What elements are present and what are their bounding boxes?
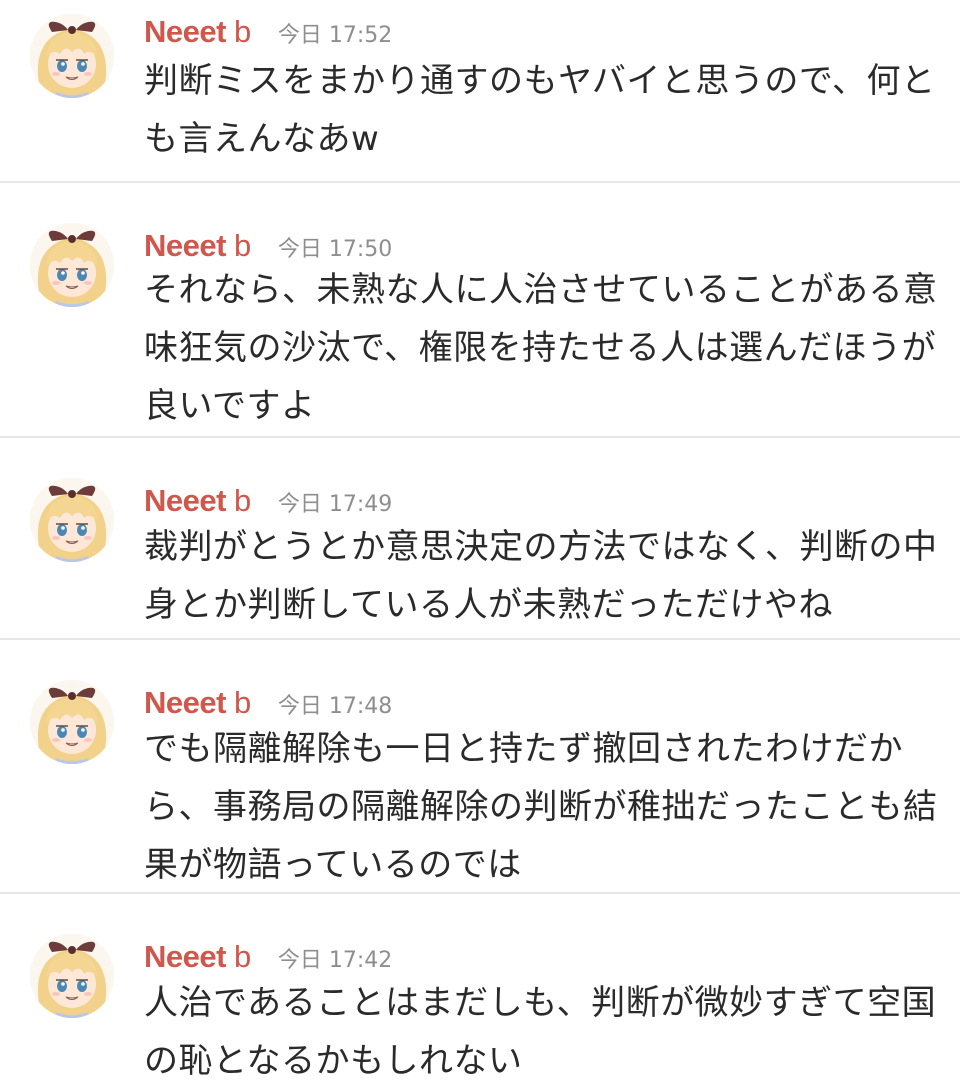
avatar-icon[interactable] bbox=[30, 478, 114, 562]
message-header: Neeet b 今日 17:49 bbox=[144, 483, 392, 523]
message-item[interactable]: Neeet b 今日 17:49 裁判がとうとか意思決定の方法ではなく、判断の中… bbox=[0, 438, 960, 638]
username[interactable]: Neeet b bbox=[144, 685, 251, 720]
avatar-icon[interactable] bbox=[30, 680, 114, 764]
message-text: でも隔離解除も一日と持たず撤回されたわけだから、事務局の隔離解除の判断が稚拙だっ… bbox=[144, 729, 938, 885]
message-text: 判断ミスをまかり通すのもヤバイと思うので、何とも言えんなあw bbox=[144, 61, 936, 159]
timestamp: 今日 17:50 bbox=[277, 237, 393, 262]
timestamp: 今日 17:52 bbox=[277, 23, 393, 48]
username[interactable]: Neeet b bbox=[144, 14, 251, 49]
username[interactable]: Neeet b bbox=[144, 939, 251, 974]
username[interactable]: Neeet b bbox=[144, 483, 251, 518]
username[interactable]: Neeet b bbox=[144, 228, 251, 263]
message-item[interactable]: Neeet b 今日 17:52 判断ミスをまかり通すのもヤバイと思うので、何と… bbox=[0, 0, 960, 182]
timestamp: 今日 17:42 bbox=[277, 948, 393, 973]
message-item[interactable]: Neeet b 今日 17:48 でも隔離解除も一日と持たず撤回されたわけだから… bbox=[0, 640, 960, 892]
message-header: Neeet b 今日 17:42 bbox=[144, 939, 392, 979]
message-header: Neeet b 今日 17:48 bbox=[144, 685, 392, 725]
message-text: 人治であることはまだしも、判断が微妙すぎて空国の恥となるかもしれない bbox=[144, 983, 937, 1081]
avatar-icon[interactable] bbox=[30, 223, 114, 307]
message-text: それなら、未熟な人に人治させていることがある意味狂気の沙汰で、権限を持たせる人は… bbox=[144, 270, 938, 426]
message-item[interactable]: Neeet b 今日 17:42 人治であることはまだしも、判断が微妙すぎて空国… bbox=[0, 894, 960, 1092]
message-text: 裁判がとうとか意思決定の方法ではなく、判断の中身とか判断している人が未熟だっただ… bbox=[144, 527, 938, 625]
avatar-icon[interactable] bbox=[30, 14, 114, 98]
message-item[interactable]: Neeet b 今日 17:50 それなら、未熟な人に人治させていることがある意… bbox=[0, 183, 960, 436]
avatar-icon[interactable] bbox=[30, 934, 114, 1018]
message-header: Neeet b 今日 17:52 bbox=[144, 14, 392, 54]
timestamp: 今日 17:48 bbox=[277, 694, 393, 719]
timestamp: 今日 17:49 bbox=[277, 492, 393, 517]
